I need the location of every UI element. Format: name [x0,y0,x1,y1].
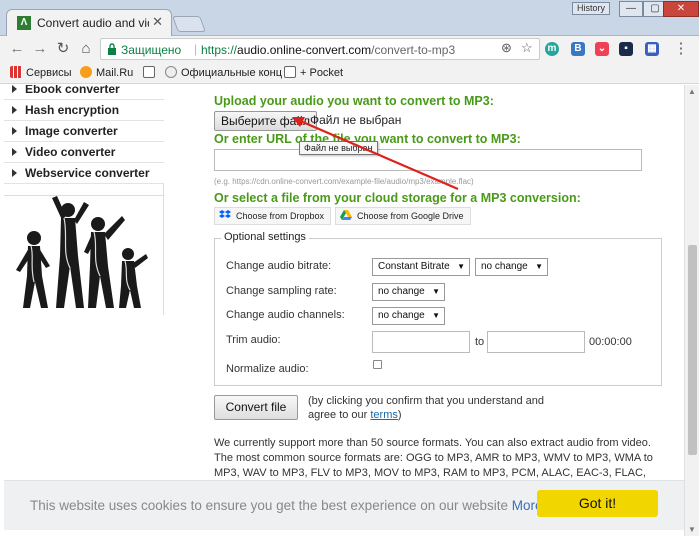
url-separator: | [194,42,198,56]
apps-grid-icon [10,66,22,78]
address-bar[interactable]: Защищено | https://audio.online-convert.… [100,38,540,60]
minimize-icon[interactable]: — [619,1,643,17]
bookmark-star-icon[interactable]: ☆ [521,40,533,56]
bookmark-pocket[interactable]: + Pocket [284,66,343,79]
extension-qr-icon[interactable]: ▦ [645,42,659,56]
page-viewport: Ebook converter Hash encryption Image co… [0,85,684,536]
site-favicon-icon: Λ [17,16,31,30]
close-window-icon[interactable]: ✕ [663,1,699,17]
tab-close-icon[interactable]: ✕ [152,14,163,30]
home-icon[interactable]: ⌂ [77,40,95,58]
scroll-up-icon[interactable]: ▲ [688,87,696,96]
translate-icon[interactable]: ⊛ [501,40,512,56]
forward-icon[interactable]: → [31,40,49,58]
bookmark-mailru[interactable]: Mail.Ru [80,66,133,79]
menu-icon[interactable]: ⋮ [672,40,690,58]
bookmark-apps[interactable]: Сервисы [10,66,72,79]
pocket-icon[interactable]: ⌄ [595,42,609,56]
extension-m-icon[interactable]: m [545,42,559,56]
url-text: https://audio.online-convert.com/convert… [201,43,456,57]
annotation-arrow [292,117,459,191]
extension-grid-icon[interactable]: ▪ [619,42,633,56]
back-icon[interactable]: ← [8,40,26,58]
mailru-icon [80,66,92,78]
secure-label: Защищено [121,43,182,57]
bookmark-page[interactable] [143,66,159,79]
tab-title: Convert audio and video [37,16,149,30]
bookmarks-bar: Сервисы Mail.Ru Официальные конц + Pocke… [0,62,699,84]
page-icon [143,66,155,78]
page-icon [284,66,296,78]
globe-icon [165,66,177,78]
vertical-scrollbar[interactable]: ▲ ▼ [684,85,699,536]
scrollbar-thumb[interactable] [688,245,697,455]
extension-b-icon[interactable]: B [571,42,585,56]
reload-icon[interactable]: ↻ [54,40,72,58]
history-button[interactable]: History [572,2,611,15]
lock-icon [108,43,116,55]
title-bar: Λ Convert audio and video ✕ History — ▢ … [0,0,699,36]
bookmark-concerts[interactable]: Официальные конц [165,66,282,79]
scroll-down-icon[interactable]: ▼ [688,525,696,534]
browser-tab[interactable]: Λ Convert audio and video ✕ [6,9,172,36]
new-tab-button[interactable] [172,16,206,32]
browser-toolbar: ← → ↻ ⌂ Защищено | https://audio.online-… [0,36,699,62]
